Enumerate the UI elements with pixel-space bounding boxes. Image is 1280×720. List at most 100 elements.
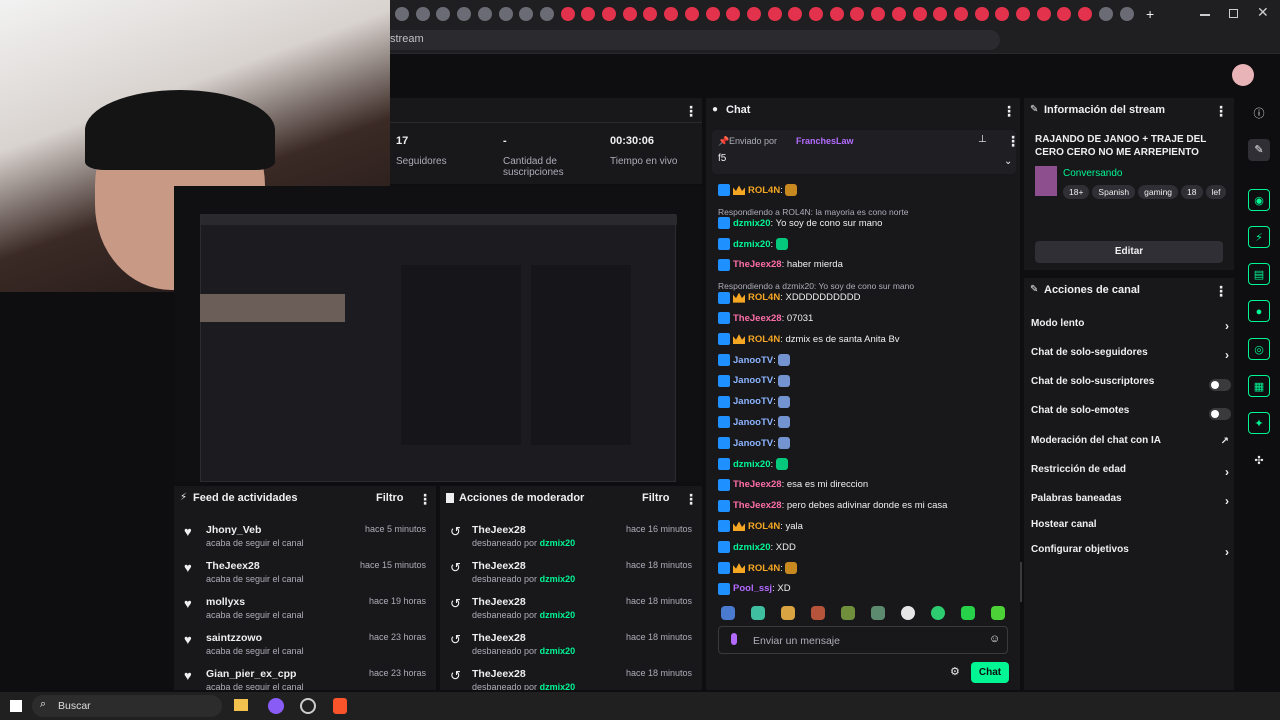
browser-tab[interactable] [622, 7, 637, 21]
chat-message[interactable]: ROL4N: yala [718, 520, 1014, 540]
brave-browser-icon[interactable] [333, 698, 347, 714]
browser-tab[interactable] [974, 7, 989, 21]
info-icon[interactable]: ⓘ [1248, 103, 1270, 125]
tag[interactable]: lef [1205, 185, 1227, 199]
chat-username[interactable]: dzmix20 [733, 459, 771, 470]
layout-icon[interactable]: ▦ [1248, 375, 1270, 397]
browser-tab[interactable] [850, 7, 865, 21]
chat-message[interactable]: ROL4N: dzmix es de santa Anita Bv [718, 333, 1014, 353]
emote-picker-icon[interactable]: ☺ [989, 633, 1000, 645]
unpin-icon[interactable]: ⊥ [978, 134, 987, 145]
chat-username[interactable]: dzmix20 [733, 239, 771, 250]
chat-message[interactable]: TheJeex28: esa es mi direccion [718, 478, 1014, 498]
browser-tab[interactable] [809, 7, 823, 21]
chat-username[interactable]: JanooTV [733, 438, 773, 449]
browser-tab[interactable] [684, 7, 699, 21]
minimize-icon[interactable] [1200, 14, 1210, 16]
close-icon[interactable]: ✕ [1257, 4, 1269, 21]
mod-target-name[interactable]: TheJeex28 [472, 632, 526, 644]
mod-target-name[interactable]: TheJeex28 [472, 524, 526, 536]
goals-row[interactable]: Configurar objetivos › [1031, 544, 1231, 566]
chat-username[interactable]: ROL4N [748, 292, 780, 303]
browser-tab[interactable] [581, 7, 596, 21]
mod-target-name[interactable]: TheJeex28 [472, 560, 526, 572]
chat-message[interactable]: ROL4N: [718, 184, 1014, 204]
send-chat-button[interactable]: Chat [971, 662, 1009, 683]
browser-tab[interactable] [395, 7, 409, 21]
chat-username[interactable]: TheJeex28 [733, 500, 782, 511]
category-name[interactable]: Conversando [1063, 168, 1122, 179]
mod-menu-icon[interactable]: ⋮ [684, 492, 698, 506]
browser-tab[interactable] [457, 7, 472, 21]
chat-scrollbar[interactable] [1020, 562, 1022, 602]
browser-tab[interactable] [995, 7, 1010, 21]
chevron-down-icon[interactable]: ⌄ [1004, 156, 1012, 167]
new-tab-button[interactable]: + [1146, 6, 1154, 22]
emote-10[interactable] [991, 606, 1005, 620]
file-explorer-icon[interactable] [234, 699, 248, 711]
chat-menu-icon[interactable]: ⋮ [1002, 104, 1016, 118]
chat-message[interactable]: TheJeex28: haber mierda [718, 258, 1014, 278]
browser-tab[interactable] [664, 7, 679, 21]
lightning-icon[interactable]: ⚡ [1248, 226, 1270, 248]
chat-input[interactable]: Enviar un mensaje ☺ [718, 626, 1008, 654]
browser-tab[interactable] [498, 7, 513, 21]
browser-tab[interactable] [829, 7, 844, 21]
chat-username[interactable]: JanooTV [733, 375, 773, 386]
chat-username[interactable]: TheJeex28 [733, 259, 782, 270]
mod-name[interactable]: dzmix20 [540, 646, 576, 656]
mod-filter-button[interactable]: Filtro [642, 492, 670, 504]
chat-message[interactable]: JanooTV: [718, 395, 1014, 415]
follower-name[interactable]: TheJeex28 [206, 560, 260, 572]
chat-message[interactable]: JanooTV: [718, 437, 1014, 457]
browser-tab[interactable] [560, 7, 575, 21]
taskbar-search[interactable]: ⌕ Buscar [32, 695, 222, 717]
windows-start-icon[interactable] [10, 700, 22, 712]
browser-tab[interactable] [477, 7, 492, 21]
settings-gear-icon[interactable]: ⚙ [950, 665, 960, 678]
chat-message[interactable]: ROL4N: XDDDDDDDDDD [718, 291, 1014, 311]
chat-username[interactable]: Pool_ssj [733, 583, 772, 594]
tag[interactable]: 18+ [1063, 185, 1090, 199]
mod-name[interactable]: dzmix20 [540, 682, 576, 690]
browser-tab[interactable] [912, 7, 927, 21]
microphone-icon[interactable] [731, 633, 737, 645]
camera-icon[interactable]: ◉ [1248, 189, 1270, 211]
age-restriction-row[interactable]: Restricción de edad › [1031, 464, 1231, 486]
browser-tab[interactable] [539, 7, 554, 21]
app-icon[interactable] [268, 698, 284, 714]
chat-message[interactable]: dzmix20: [718, 238, 1014, 258]
stats-menu-icon[interactable]: ⋮ [684, 104, 698, 118]
browser-tab[interactable] [891, 7, 906, 21]
mod-target-name[interactable]: TheJeex28 [472, 596, 526, 608]
followers-only-row[interactable]: Chat de solo-seguidores › [1031, 347, 1231, 369]
avatar[interactable] [1232, 64, 1254, 86]
browser-tab[interactable] [746, 7, 761, 21]
subs-only-toggle[interactable] [1209, 379, 1231, 391]
activity-menu-icon[interactable]: ⋮ [418, 492, 432, 506]
chat-username[interactable]: dzmix20 [733, 542, 771, 553]
banned-words-row[interactable]: Palabras baneadas › [1031, 493, 1231, 515]
host-channel-row[interactable]: Hostear canal [1031, 519, 1231, 541]
emote-4[interactable] [811, 606, 825, 620]
obs-icon[interactable] [300, 698, 316, 714]
wrench-icon[interactable]: ✦ [1248, 412, 1270, 434]
pinned-menu-icon[interactable]: ⋮ [1006, 134, 1020, 148]
chat-message[interactable]: JanooTV: [718, 354, 1014, 374]
chat-username[interactable]: JanooTV [733, 417, 773, 428]
chat-username[interactable]: ROL4N [748, 334, 780, 345]
follower-name[interactable]: Gian_pier_ex_cpp [206, 668, 296, 680]
emote-7[interactable] [901, 606, 915, 620]
mod-name[interactable]: dzmix20 [540, 610, 576, 620]
browser-tab[interactable] [871, 7, 886, 21]
emote-1[interactable] [721, 606, 735, 620]
tag[interactable]: gaming [1138, 185, 1179, 199]
browser-tab[interactable] [933, 7, 948, 21]
slow-mode-row[interactable]: Modo lento › [1031, 318, 1231, 340]
mod-target-name[interactable]: TheJeex28 [472, 668, 526, 680]
browser-tab[interactable] [1036, 7, 1051, 21]
activity-filter-button[interactable]: Filtro [376, 492, 404, 504]
channel-actions-menu-icon[interactable]: ⋮ [1214, 284, 1228, 298]
browser-tab[interactable] [602, 7, 616, 21]
tag[interactable]: 18 [1181, 185, 1203, 199]
